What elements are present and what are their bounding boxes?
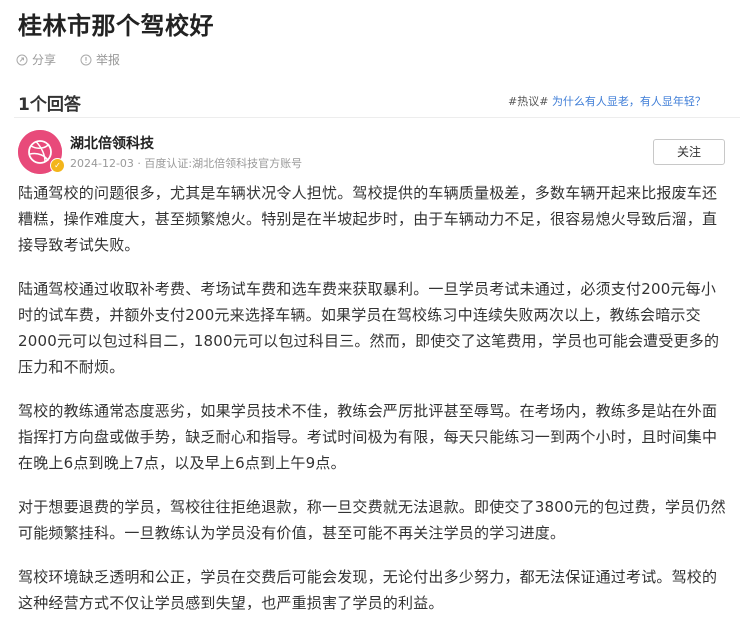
answer-paragraph: 驾校环境缺乏透明和公正，学员在交费后可能会发现，无论付出多少努力，都无法保证通过… [18, 568, 718, 612]
author-name[interactable]: 湖北倍领科技 [70, 133, 154, 153]
answer-meta: 2024-12-03 · 百度认证:湖北倍领科技官方账号 [70, 157, 303, 170]
answer-paragraph: 驾校的教练通常态度恶劣，如果学员技术不佳，教练会严厉批评甚至辱骂。在考场内，教练… [18, 402, 718, 472]
question-actions: 分享 举报 [16, 51, 120, 68]
hot-question: 为什么有人显老，有人显年轻？ [551, 95, 706, 108]
question-title: 桂林市那个驾校好 [18, 12, 214, 40]
share-button[interactable]: 分享 [16, 51, 56, 68]
warning-icon [80, 54, 92, 65]
answer-paragraph: 陆通驾校通过收取补考费、考场试车费和选车费来获取暴利。一旦学员考试未通过，必须支… [18, 280, 720, 376]
divider [14, 117, 740, 118]
share-label: 分享 [32, 53, 57, 67]
report-button[interactable]: 举报 [80, 51, 120, 68]
answer-body: 陆通驾校的问题很多，尤其是车辆状况令人担忧。驾校提供的车辆质量极差，多数车辆开起… [18, 180, 730, 634]
verified-badge-icon: ✓ [50, 158, 65, 173]
answer-paragraph: 对于想要退费的学员，驾校往往拒绝退款，称一旦交费就无法退款。即使交了3800元的… [18, 498, 726, 542]
answer-paragraph: 陆通驾校的问题很多，尤其是车辆状况令人担忧。驾校提供的车辆质量极差，多数车辆开起… [18, 184, 718, 254]
report-label: 举报 [96, 53, 121, 67]
hot-topic-link[interactable]: #热议# 为什么有人显老，有人显年轻？ [508, 93, 706, 109]
answer-count: 1个回答 [18, 95, 81, 115]
follow-button[interactable]: 关注 [653, 139, 725, 165]
hot-tag: #热议# [508, 95, 549, 108]
share-icon [16, 54, 28, 65]
